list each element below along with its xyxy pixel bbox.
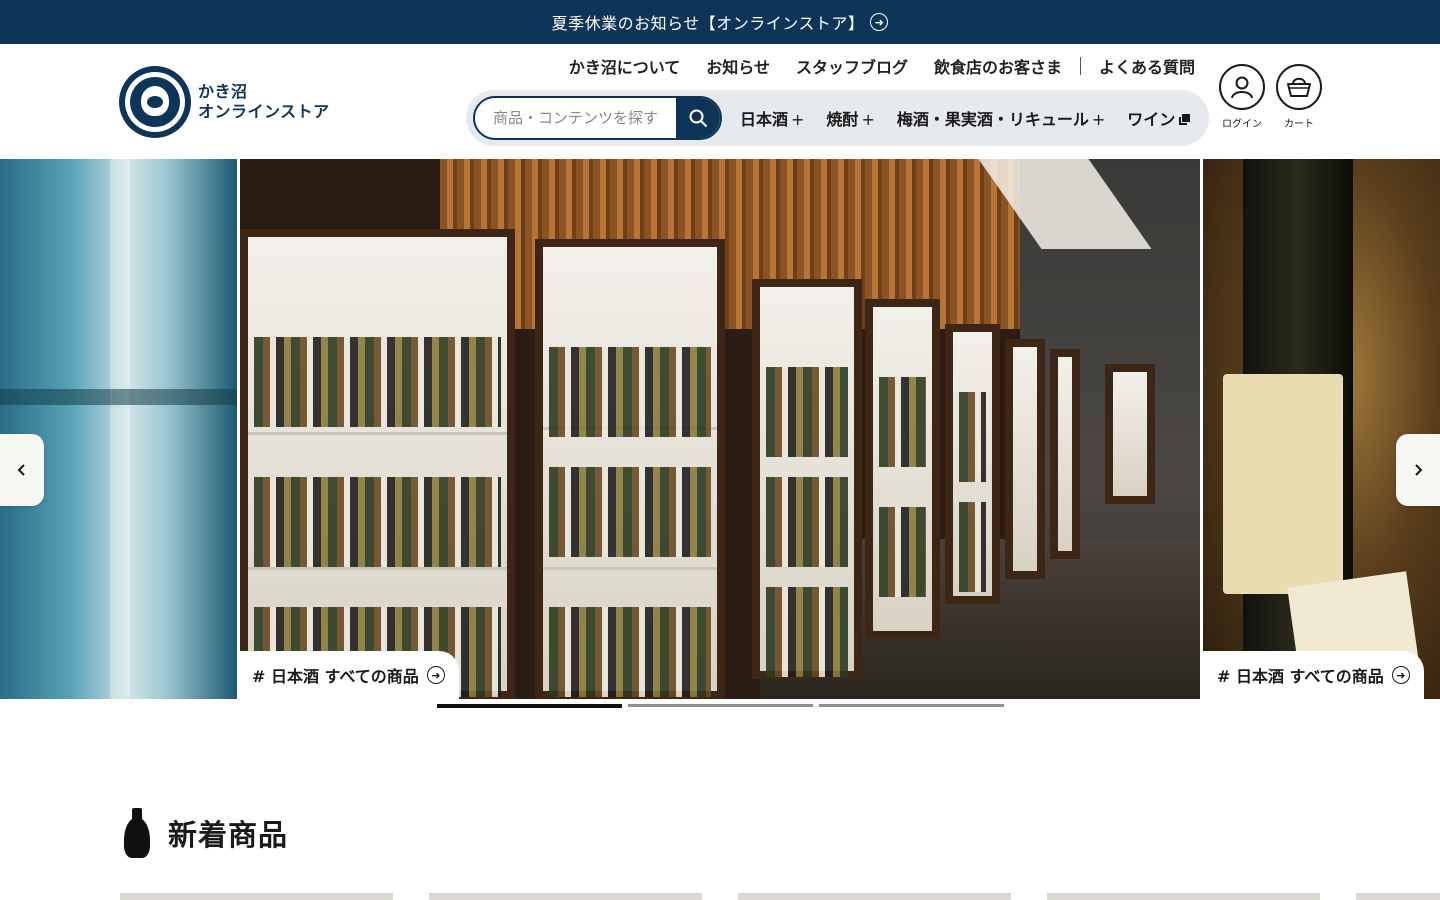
util-nav-news[interactable]: お知らせ <box>706 54 770 78</box>
logo-line-2: オンラインストア <box>198 102 330 121</box>
product-card[interactable] <box>429 893 702 900</box>
slide-tag-link[interactable]: # 日本酒 すべての商品 ➜ <box>1203 651 1424 699</box>
plus-icon: + <box>791 110 805 129</box>
slider-next-button[interactable] <box>1396 434 1440 506</box>
logo-line-1: かき沼 <box>198 82 248 101</box>
fridge-case <box>1005 339 1045 579</box>
cart-button[interactable]: カート <box>1275 64 1323 130</box>
logo-mark-icon <box>119 66 191 138</box>
fridge-case <box>1105 364 1155 504</box>
arrow-right-circle-icon: ➜ <box>870 13 889 31</box>
arrow-right-circle-icon: ➜ <box>426 666 445 684</box>
sake-bottle-icon <box>122 808 152 858</box>
chevron-right-icon <box>1415 464 1423 476</box>
slider-dot[interactable] <box>819 704 1004 707</box>
product-card[interactable] <box>1047 893 1320 900</box>
search-icon <box>689 109 707 127</box>
new-arrivals-heading: 新着商品 <box>122 808 288 858</box>
plus-icon: + <box>1091 110 1106 129</box>
slide-next[interactable] <box>1203 159 1440 699</box>
category-sake[interactable]: 日本酒 + <box>740 106 804 130</box>
search-input[interactable] <box>475 98 676 138</box>
shopping-basket-icon <box>1276 64 1322 110</box>
fridge-case <box>535 239 725 699</box>
user-icon <box>1219 64 1265 110</box>
fridge-case <box>945 324 1000 604</box>
cart-label: カート <box>1284 119 1314 130</box>
logo-text: かき沼 オンラインストア <box>198 82 330 122</box>
util-nav-about[interactable]: かき沼について <box>569 54 681 78</box>
slide-current[interactable] <box>240 159 1200 699</box>
product-row <box>120 893 1440 900</box>
util-nav-restaurants[interactable]: 飲食店のお客さま <box>934 54 1062 78</box>
fridge-case <box>752 279 862 679</box>
fridge-case <box>240 229 515 699</box>
slide-previous[interactable] <box>0 159 237 699</box>
site-logo[interactable]: かき沼 オンラインストア <box>119 66 330 138</box>
slider-prev-button[interactable] <box>0 434 44 506</box>
site-header: かき沼 オンラインストア かき沼について お知らせ スタッフブログ 飲食店のお客… <box>0 44 1440 159</box>
section-title: 新着商品 <box>168 818 289 852</box>
login-button[interactable]: ログイン <box>1218 64 1266 130</box>
external-link-icon <box>1179 114 1191 125</box>
announcement-bar[interactable]: 夏季休業のお知らせ【オンラインストア】 ➜ <box>0 0 1440 44</box>
chevron-left-icon <box>17 464 25 476</box>
login-label: ログイン <box>1222 119 1262 130</box>
fridge-case <box>1050 349 1080 559</box>
category-shochu[interactable]: 焼酎 + <box>826 106 874 130</box>
slider-pagination <box>437 704 1010 708</box>
arrow-right-circle-icon: ➜ <box>1391 666 1410 684</box>
slide-tag-link[interactable]: # 日本酒 すべての商品 ➜ <box>238 651 459 699</box>
util-nav-staff-blog[interactable]: スタッフブログ <box>796 54 908 78</box>
utility-nav: かき沼について お知らせ スタッフブログ 飲食店のお客さま よくある質問 <box>543 54 1195 78</box>
category-wine[interactable]: ワイン <box>1127 106 1191 130</box>
category-nav-bar: 日本酒+ 焼酎+ 梅酒・果実酒・リキュール+ ワイン <box>466 90 1209 146</box>
util-nav-divider <box>1079 57 1081 75</box>
product-card[interactable] <box>738 893 1011 900</box>
search-button[interactable] <box>676 98 720 138</box>
slider-dot[interactable] <box>437 704 622 708</box>
hero-slider: # 日本酒 すべての商品 ➜ # 日本酒 すべての商品 ➜ <box>0 159 1440 699</box>
plus-icon: + <box>861 110 875 129</box>
search-box <box>473 96 722 140</box>
util-nav-faq[interactable]: よくある質問 <box>1099 54 1195 78</box>
product-card[interactable] <box>1356 893 1440 900</box>
fridge-case <box>865 299 940 639</box>
slider-dot[interactable] <box>628 704 813 707</box>
product-card[interactable] <box>120 893 393 900</box>
category-umeshu-liqueur[interactable]: 梅酒・果実酒・リキュール + <box>897 106 1105 130</box>
category-menu: 日本酒 + 焼酎 + 梅酒・果実酒・リキュール + ワイン <box>740 106 1191 130</box>
announcement-text[interactable]: 夏季休業のお知らせ【オンラインストア】 <box>552 10 865 34</box>
